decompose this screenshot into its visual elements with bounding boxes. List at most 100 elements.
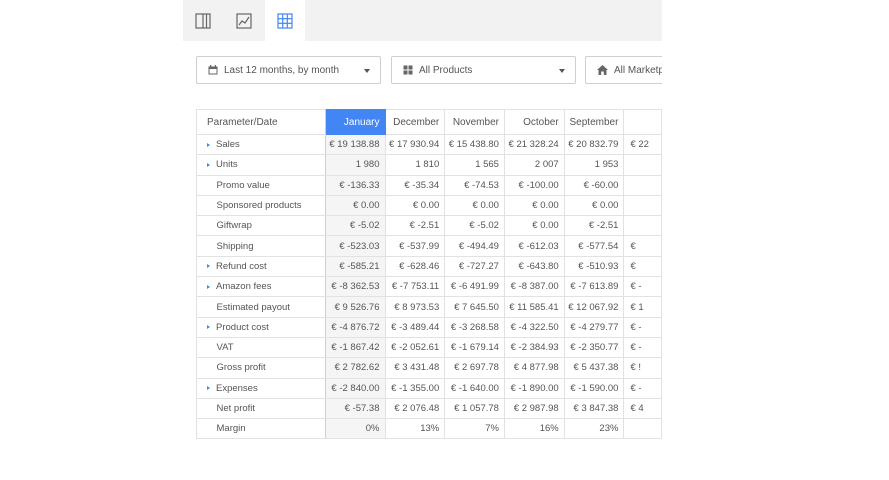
column-header[interactable]: October <box>503 109 565 135</box>
table-row: Sponsored products € 0.00 € 0.00 € 0.00 € 0.… <box>196 194 662 217</box>
expand-arrow-icon[interactable] <box>207 284 210 289</box>
expand-arrow-icon[interactable] <box>207 142 210 147</box>
value-cell: € -510.93 <box>563 255 625 278</box>
value-cell: € 0.00 <box>384 194 446 217</box>
row-label: Gross profit <box>216 362 266 374</box>
value-cell-partial: € 1 <box>623 296 662 318</box>
value-cell: € -5.02 <box>324 215 386 237</box>
value-cell: € -1 640.00 <box>444 377 505 399</box>
value-cell: € 8 973.53 <box>384 296 446 318</box>
value-cell: € -7 753.11 <box>384 276 446 298</box>
row-label-cell[interactable]: Expenses <box>196 377 326 399</box>
row-label-cell[interactable]: Amazon fees <box>196 276 326 298</box>
row-label: Shipping <box>216 240 254 252</box>
value-cell: € 2 076.48 <box>384 397 446 420</box>
value-cell: € 0.00 <box>503 194 565 217</box>
value-cell: € -100.00 <box>503 174 565 196</box>
row-label: Units <box>216 159 238 171</box>
column-header[interactable]: December <box>384 109 446 135</box>
view-toolbar <box>183 0 662 41</box>
value-cell: € 17 930.94 <box>384 133 446 156</box>
column-header[interactable]: November <box>444 109 505 135</box>
value-cell-partial: € ! <box>623 357 662 379</box>
marketplaces-dropdown[interactable]: All Marketplaces <box>585 56 662 84</box>
value-cell: 1 810 <box>384 154 446 176</box>
value-cell: € 1 057.78 <box>444 397 505 420</box>
table-row: Gross profit € 2 782.62 € 3 431.48 € 2 697.… <box>196 357 662 379</box>
expand-arrow-icon[interactable] <box>207 325 210 330</box>
row-label: Refund cost <box>216 260 267 272</box>
value-cell-partial: € - <box>623 336 662 359</box>
row-label: Estimated payout <box>216 301 290 313</box>
view-columns-button[interactable] <box>183 0 223 41</box>
row-label-cell: Promo value <box>196 174 326 196</box>
value-cell: € -2 350.77 <box>563 336 625 359</box>
value-cell-partial: € <box>623 255 662 278</box>
value-cell: 2 007 <box>503 154 565 176</box>
products-dropdown[interactable]: All Products <box>391 56 576 84</box>
table-row: Amazon fees € -8 362.53 € -7 753.11 € -6 49… <box>196 276 662 298</box>
row-label-cell: Shipping <box>196 235 326 257</box>
value-cell: € 2 987.98 <box>503 397 565 420</box>
value-cell-partial <box>623 174 662 196</box>
row-label: Promo value <box>216 179 270 191</box>
view-chart-button[interactable] <box>224 0 264 41</box>
value-cell: € 11 585.41 <box>503 296 565 318</box>
value-cell: € -612.03 <box>503 235 565 257</box>
profit-table: Parameter/Date January December November… <box>196 109 662 440</box>
columns-icon <box>195 12 211 29</box>
param-date-header[interactable]: Parameter/Date <box>196 109 326 135</box>
column-header[interactable]: September <box>563 109 625 135</box>
row-label-cell[interactable]: Units <box>196 154 326 176</box>
value-cell-partial: € - <box>623 377 662 399</box>
value-cell: € 20 832.79 <box>563 133 625 156</box>
value-cell: € -8 387.00 <box>503 276 565 298</box>
value-cell-partial <box>623 418 662 440</box>
value-cell: 13% <box>384 418 446 440</box>
table-row: Product cost € -4 876.72 € -3 489.44 € -3 2… <box>196 316 662 338</box>
value-cell: € 0.00 <box>444 194 505 217</box>
calendar-icon <box>208 65 218 75</box>
row-label-cell: Gross profit <box>196 357 326 379</box>
value-cell: € -60.00 <box>563 174 625 196</box>
value-cell: € -2.51 <box>563 215 625 237</box>
row-label-cell[interactable]: Product cost <box>196 316 326 338</box>
row-label-cell: Giftwrap <box>196 215 326 237</box>
value-cell: € -6 491.99 <box>444 276 505 298</box>
value-cell: € 19 138.88 <box>324 133 386 156</box>
expand-arrow-icon[interactable] <box>207 162 210 167</box>
row-label-cell[interactable]: Refund cost <box>196 255 326 278</box>
value-cell: € 9 526.76 <box>324 296 386 318</box>
column-header[interactable]: January <box>324 109 386 135</box>
value-cell-partial: € - <box>623 316 662 338</box>
table-row: Expenses € -2 840.00 € -1 355.00 € -1 640.0… <box>196 377 662 399</box>
table-grid-icon <box>277 12 293 29</box>
value-cell: € -1 355.00 <box>384 377 446 399</box>
value-cell: € 3 431.48 <box>384 357 446 379</box>
value-cell: 16% <box>503 418 565 440</box>
value-cell: € -2 052.61 <box>384 336 446 359</box>
value-cell: € -494.49 <box>444 235 505 257</box>
value-cell-partial: € 22 <box>623 133 662 156</box>
value-cell: € -74.53 <box>444 174 505 196</box>
value-cell: 7% <box>444 418 505 440</box>
expand-arrow-icon[interactable] <box>207 264 210 269</box>
row-label-cell[interactable]: Sales <box>196 133 326 156</box>
value-cell: € -1 890.00 <box>503 377 565 399</box>
expand-arrow-icon[interactable] <box>207 386 210 391</box>
column-header-partial[interactable] <box>623 109 662 135</box>
table-row: Refund cost € -585.21 € -628.46 € -727.27 € … <box>196 255 662 278</box>
row-label-cell: Net profit <box>196 397 326 420</box>
row-label-cell: VAT <box>196 336 326 359</box>
row-label: VAT <box>216 342 234 354</box>
value-cell: € 0.00 <box>503 215 565 237</box>
value-cell: € -3 489.44 <box>384 316 446 338</box>
date-range-dropdown[interactable]: Last 12 months, by month <box>196 56 381 84</box>
table-row: Units 1 980 1 810 1 565 2 007 1 953 <box>196 154 662 176</box>
value-cell: € -1 590.00 <box>563 377 625 399</box>
value-cell-partial: € - <box>623 276 662 298</box>
value-cell: € 2 782.62 <box>324 357 386 379</box>
date-range-label: Last 12 months, by month <box>224 64 340 76</box>
view-table-button[interactable] <box>265 0 305 41</box>
home-icon <box>597 65 608 75</box>
